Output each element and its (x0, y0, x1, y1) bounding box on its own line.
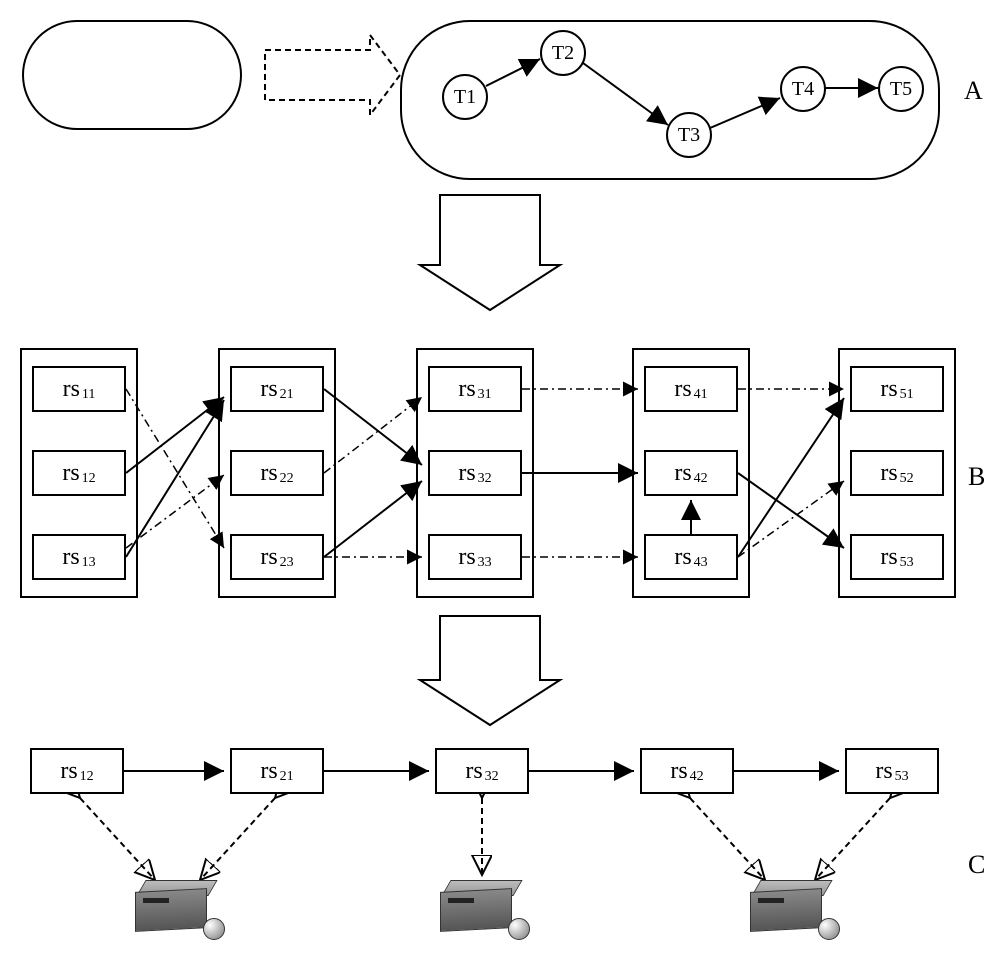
rs-sub: 11 (82, 387, 95, 403)
chain-rs42: rs42 (640, 748, 734, 794)
rs-prefix: rs (465, 758, 482, 785)
chain-rs12: rs12 (30, 748, 124, 794)
rs-sub: 12 (80, 769, 94, 785)
node-t2-label: T2 (552, 42, 574, 65)
rs-33: rs33 (428, 534, 522, 580)
rs-sub: 22 (280, 471, 294, 487)
rs-prefix: rs (880, 544, 897, 571)
server-icon-2 (440, 880, 530, 940)
node-t1: T1 (442, 74, 488, 120)
node-t4-label: T4 (792, 78, 814, 101)
rs-prefix: rs (880, 460, 897, 487)
rs-51: rs51 (850, 366, 944, 412)
rs-sub: 53 (895, 769, 909, 785)
rs-13: rs13 (32, 534, 126, 580)
rs-prefix: rs (260, 544, 277, 571)
rs-sub: 43 (694, 555, 708, 571)
rs-11: rs11 (32, 366, 126, 412)
node-t2: T2 (540, 30, 586, 76)
rs-sub: 32 (485, 769, 499, 785)
map-rs12-srv1 (80, 798, 155, 880)
server-icon-3 (750, 880, 840, 940)
rs-22: rs22 (230, 450, 324, 496)
rs-sub: 52 (900, 471, 914, 487)
section-label-c: C (968, 850, 985, 880)
chain-rs32: rs32 (435, 748, 529, 794)
rs-sub: 33 (478, 555, 492, 571)
rs-prefix: rs (458, 376, 475, 403)
rs-prefix: rs (60, 758, 77, 785)
node-t5: T5 (878, 66, 924, 112)
rs-sub: 51 (900, 387, 914, 403)
rs-prefix: rs (62, 544, 79, 571)
server-icon-1 (135, 880, 225, 940)
rs-prefix: rs (63, 376, 80, 403)
rs-prefix: rs (880, 376, 897, 403)
rs-42: rs42 (644, 450, 738, 496)
rs-prefix: rs (260, 376, 277, 403)
map-rs42-srv3 (690, 798, 765, 880)
rs-sub: 31 (478, 387, 492, 403)
map-rs53-srv3 (815, 798, 890, 880)
rs-prefix: rs (674, 460, 691, 487)
rs-prefix: rs (260, 460, 277, 487)
diagram-stage: T1 T2 T3 T4 T5 A rs11 rs12 rs13 rs21 rs2… (0, 0, 1000, 967)
rs-prefix: rs (62, 460, 79, 487)
rs-prefix: rs (458, 544, 475, 571)
rs-sub: 41 (694, 387, 708, 403)
rs-sub: 53 (900, 555, 914, 571)
rs-sub: 42 (690, 769, 704, 785)
rs-sub: 21 (280, 387, 294, 403)
node-t3-label: T3 (678, 124, 700, 147)
rs-sub: 12 (82, 471, 96, 487)
rs-sub: 23 (280, 555, 294, 571)
rs-52: rs52 (850, 450, 944, 496)
rs-41: rs41 (644, 366, 738, 412)
rs-prefix: rs (674, 544, 691, 571)
rs-prefix: rs (670, 758, 687, 785)
rs-sub: 13 (82, 555, 96, 571)
node-t3: T3 (666, 112, 712, 158)
rs-21: rs21 (230, 366, 324, 412)
rs-prefix: rs (260, 758, 277, 785)
rs-sub: 42 (694, 471, 708, 487)
rs-31: rs31 (428, 366, 522, 412)
chain-rs53: rs53 (845, 748, 939, 794)
node-t4: T4 (780, 66, 826, 112)
rs-prefix: rs (458, 460, 475, 487)
rs-43: rs43 (644, 534, 738, 580)
map-rs21-srv1 (200, 798, 275, 880)
rs-sub: 32 (478, 471, 492, 487)
rs-53: rs53 (850, 534, 944, 580)
rs-prefix: rs (875, 758, 892, 785)
chain-rs21: rs21 (230, 748, 324, 794)
rs-32: rs32 (428, 450, 522, 496)
rs-23: rs23 (230, 534, 324, 580)
rs-12: rs12 (32, 450, 126, 496)
node-t1-label: T1 (454, 86, 476, 109)
rs-prefix: rs (674, 376, 691, 403)
rs-sub: 21 (280, 769, 294, 785)
node-t5-label: T5 (890, 78, 912, 101)
